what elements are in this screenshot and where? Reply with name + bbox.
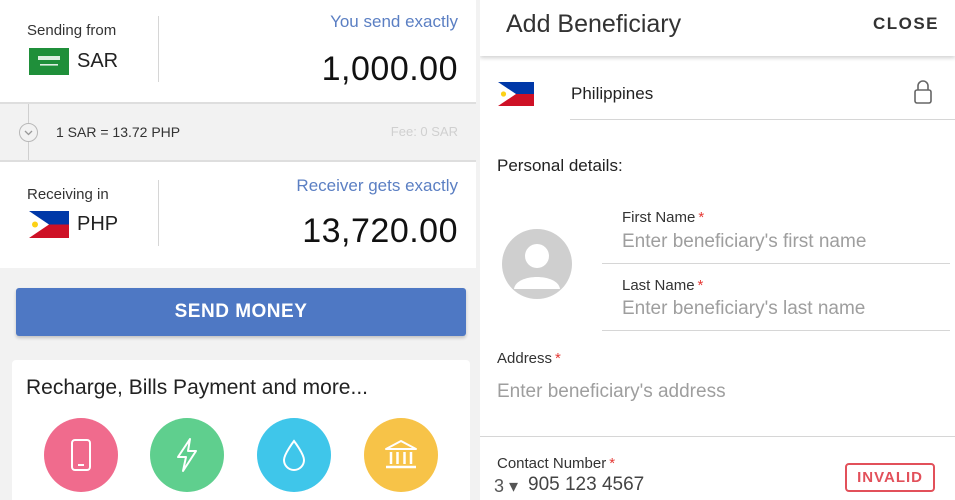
bank-payment-button[interactable]	[364, 418, 438, 492]
philippines-flag-icon	[29, 211, 69, 238]
address-underline	[480, 436, 955, 437]
invalid-status-badge: INVALID	[845, 463, 935, 492]
mobile-phone-icon	[71, 439, 91, 471]
mobile-recharge-button[interactable]	[44, 418, 118, 492]
lock-icon	[914, 80, 932, 104]
person-placeholder-icon	[514, 244, 560, 289]
send-currency-code: SAR	[77, 50, 119, 72]
country-code-dropdown[interactable]: 3 ▾	[494, 476, 518, 497]
first-name-label-text: First Name	[622, 209, 696, 226]
last-name-underline	[602, 330, 950, 331]
sending-from-label: Sending from	[27, 22, 117, 39]
lightning-bolt-icon	[177, 438, 197, 472]
send-amount[interactable]: 1,000.00	[322, 50, 458, 89]
fee-text: Fee: 0 SAR	[390, 124, 458, 139]
receive-amount[interactable]: 13,720.00	[302, 212, 458, 251]
philippines-flag-icon	[498, 82, 534, 106]
last-name-label: Last Name *	[622, 277, 703, 294]
send-currency-selector[interactable]: SAR	[29, 48, 118, 75]
avatar[interactable]	[502, 229, 572, 299]
send-card: Sending from SAR You send exactly 1,000.…	[0, 0, 476, 104]
services-title: Recharge, Bills Payment and more...	[26, 376, 368, 399]
contact-number-input[interactable]: 905 123 4567	[528, 474, 644, 496]
you-send-label: You send exactly	[330, 12, 458, 31]
receive-card: Receiving in PHP Receiver gets exactly 1…	[0, 160, 476, 268]
required-asterisk: *	[697, 277, 704, 294]
page-title: Add Beneficiary	[506, 10, 682, 38]
contact-number-label-text: Contact Number	[497, 455, 607, 472]
address-label: Address *	[497, 350, 561, 367]
address-label-text: Address	[497, 350, 553, 367]
chevron-down-icon[interactable]	[19, 123, 38, 142]
money-transfer-panel: Sending from SAR You send exactly 1,000.…	[0, 0, 480, 500]
saudi-flag-icon	[29, 48, 69, 75]
send-money-button[interactable]: SEND MONEY	[16, 288, 466, 336]
personal-details-label: Personal details:	[497, 156, 623, 175]
first-name-underline	[602, 263, 950, 264]
receive-currency-code: PHP	[77, 213, 119, 235]
bank-icon	[385, 440, 417, 469]
last-name-label-text: Last Name	[622, 277, 695, 294]
first-name-input[interactable]: Enter beneficiary's first name	[622, 231, 866, 253]
water-bill-button[interactable]	[257, 418, 331, 492]
first-name-label: First Name *	[622, 209, 704, 226]
water-drop-icon	[282, 439, 306, 471]
exchange-rate-text: 1 SAR = 13.72 PHP	[56, 124, 181, 140]
address-input[interactable]: Enter beneficiary's address	[497, 381, 726, 403]
exchange-rate-row: 1 SAR = 13.72 PHP Fee: 0 SAR	[0, 104, 476, 160]
receive-card-divider	[158, 180, 159, 246]
app-bar: Add Beneficiary CLOSE	[480, 0, 955, 56]
country-underline	[570, 119, 955, 120]
country-field[interactable]: Philippines	[571, 84, 653, 104]
receiving-in-label: Receiving in	[27, 186, 109, 203]
contact-number-label: Contact Number *	[497, 455, 615, 472]
required-asterisk: *	[698, 209, 705, 226]
required-asterisk: *	[555, 350, 561, 367]
add-beneficiary-panel: Add Beneficiary CLOSE Philippines Person…	[480, 0, 955, 500]
receiver-gets-label: Receiver gets exactly	[296, 176, 458, 195]
services-card: Recharge, Bills Payment and more...	[12, 360, 470, 500]
electricity-bill-button[interactable]	[150, 418, 224, 492]
last-name-input[interactable]: Enter beneficiary's last name	[622, 298, 865, 320]
close-button[interactable]: CLOSE	[873, 14, 939, 34]
required-asterisk: *	[609, 455, 616, 472]
send-card-divider	[158, 16, 159, 82]
receive-currency-selector[interactable]: PHP	[29, 211, 118, 238]
